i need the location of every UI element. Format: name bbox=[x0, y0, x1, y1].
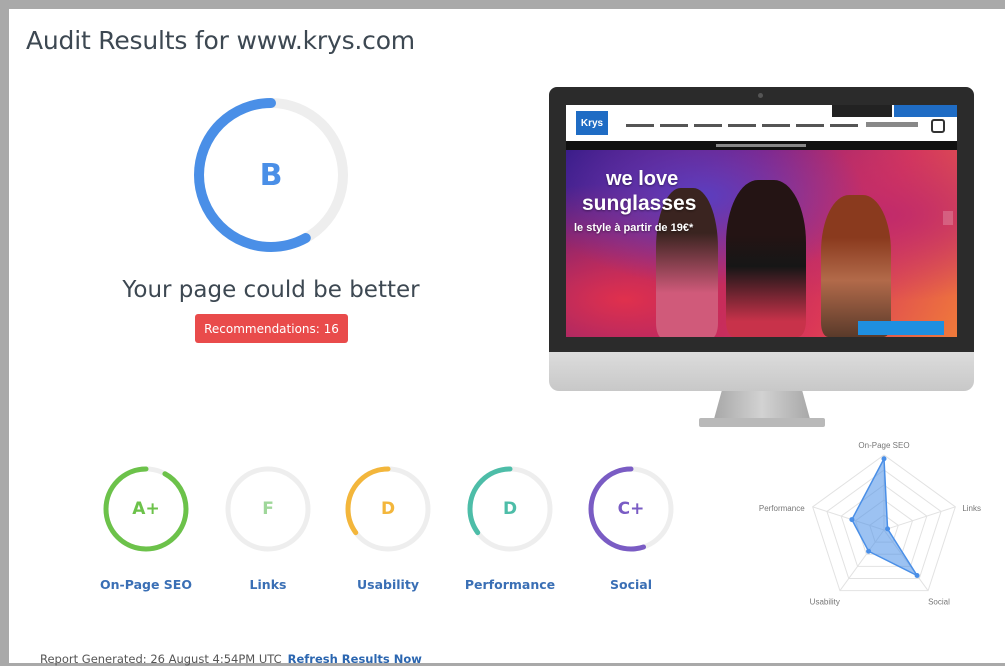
site-promo-text bbox=[716, 144, 806, 147]
radar-point bbox=[866, 548, 872, 554]
category-label[interactable]: Social bbox=[576, 577, 686, 592]
hero-text-line3: le style à partir de 19€* bbox=[574, 222, 694, 234]
site-nav-links bbox=[626, 124, 858, 127]
site-top-button bbox=[832, 105, 892, 117]
radar-point bbox=[849, 517, 855, 523]
category-on-page-seo[interactable]: A+ On-Page SEO bbox=[91, 461, 201, 592]
monitor-chin bbox=[549, 352, 974, 391]
refresh-results-link[interactable]: Refresh Results Now bbox=[288, 652, 422, 666]
report-generated-text: Report Generated: 26 August 4:54PM UTC bbox=[40, 652, 282, 666]
category-links[interactable]: F Links bbox=[213, 461, 323, 592]
radar-axis-label: Links bbox=[962, 504, 981, 513]
website-screenshot: Krys we love sunglasses le style à parti… bbox=[566, 105, 957, 337]
category-performance[interactable]: D Performance bbox=[455, 461, 565, 592]
hero-person bbox=[726, 180, 806, 337]
nav-link bbox=[660, 124, 688, 127]
site-navbar: Krys bbox=[566, 105, 957, 142]
category-label[interactable]: Usability bbox=[333, 577, 443, 592]
monitor-foot bbox=[699, 418, 825, 427]
nav-link bbox=[830, 124, 858, 127]
category-grade: D bbox=[502, 499, 518, 519]
category-usability[interactable]: D Usability bbox=[333, 461, 443, 592]
report-footer: Report Generated: 26 August 4:54PM UTC Re… bbox=[40, 652, 422, 666]
hero-cta bbox=[858, 321, 944, 335]
radar-axis-label: Social bbox=[928, 598, 950, 607]
category-label[interactable]: Links bbox=[213, 577, 323, 592]
radar-axis-label: Usability bbox=[810, 598, 840, 607]
nav-link bbox=[728, 124, 756, 127]
category-grade: D bbox=[380, 499, 396, 519]
site-logo: Krys bbox=[576, 111, 608, 135]
nav-link bbox=[694, 124, 722, 127]
hero-text-line1: we love bbox=[606, 168, 679, 190]
monitor-stand bbox=[714, 391, 810, 419]
monitor-camera bbox=[758, 93, 763, 98]
hero-text-line2: sunglasses bbox=[582, 192, 697, 215]
overall-grade: B bbox=[259, 157, 283, 193]
category-radar-chart: On-Page SEO Links Social Usability Performan… bbox=[759, 441, 981, 607]
site-search bbox=[866, 122, 918, 127]
site-hero-banner: we love sunglasses le style à partir de … bbox=[566, 150, 957, 337]
category-grade: F bbox=[262, 499, 274, 519]
category-label[interactable]: On-Page SEO bbox=[91, 577, 201, 592]
overall-headline: Your page could be better bbox=[122, 277, 420, 303]
website-preview-monitor: Krys we love sunglasses le style à parti… bbox=[549, 87, 974, 427]
category-label[interactable]: Performance bbox=[455, 577, 565, 592]
audit-card: Audit Results for www.krys.com B Your pa… bbox=[9, 9, 1005, 666]
radar-axis-label: On-Page SEO bbox=[858, 441, 909, 450]
category-social[interactable]: C+ Social bbox=[576, 461, 686, 592]
radar-point bbox=[881, 456, 887, 462]
nav-link bbox=[762, 124, 790, 127]
hero-person bbox=[821, 195, 891, 337]
monitor-bezel: Krys we love sunglasses le style à parti… bbox=[549, 87, 974, 352]
category-grade: C+ bbox=[617, 499, 645, 519]
nav-link bbox=[626, 124, 654, 127]
radar-point bbox=[885, 526, 891, 532]
nav-link bbox=[796, 124, 824, 127]
cart-icon bbox=[931, 119, 945, 133]
carousel-arrow-icon bbox=[943, 211, 953, 225]
site-top-button-blue bbox=[894, 105, 957, 117]
category-grade: A+ bbox=[132, 499, 160, 519]
radar-point bbox=[914, 573, 920, 579]
recommendations-button[interactable]: Recommendations: 16 bbox=[195, 314, 348, 343]
page-title: Audit Results for www.krys.com bbox=[26, 26, 415, 55]
radar-axis-label: Performance bbox=[759, 504, 805, 513]
